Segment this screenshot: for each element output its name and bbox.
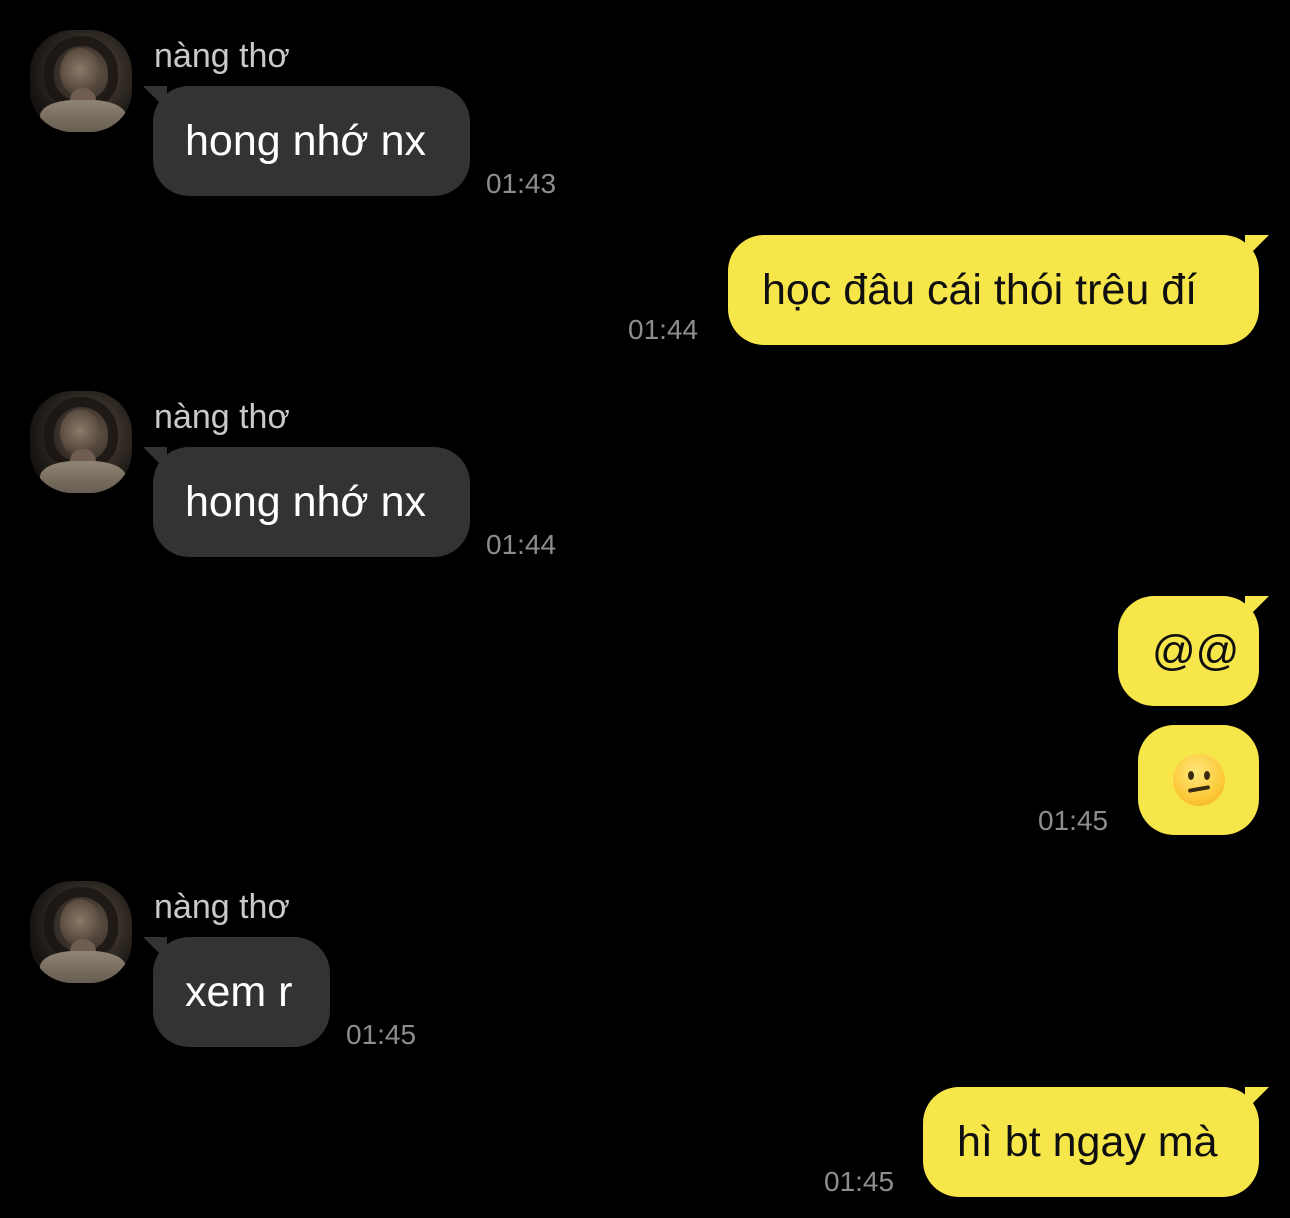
sender-name: nàng thơ (154, 888, 290, 926)
message-timestamp: 01:44 (486, 529, 557, 560)
bubble-tail (1245, 596, 1269, 620)
confused-face-emoji-icon (1172, 754, 1225, 806)
message-timestamp: 01:45 (824, 1166, 895, 1197)
message-timestamp: 01:45 (346, 1019, 417, 1050)
message-text: hong nhớ nx (185, 116, 426, 165)
incoming-message-bubble[interactable]: xem r (143, 937, 330, 1047)
bubble-tail (1245, 235, 1269, 259)
sender-name: nàng thơ (154, 37, 290, 75)
message-text: hì bt ngay mà (957, 1117, 1218, 1166)
avatar-shirt (40, 100, 126, 132)
outgoing-message-bubble[interactable] (1138, 725, 1259, 835)
outgoing-message-bubble[interactable]: hì bt ngay mà (923, 1087, 1269, 1197)
message-timestamp: 01:43 (486, 168, 557, 199)
message-text: học đâu cái thói trêu đí (762, 265, 1198, 314)
avatar-shirt (40, 461, 126, 493)
emoji-eye (1187, 771, 1194, 780)
contact-avatar[interactable] (30, 30, 132, 132)
message-timestamp: 01:45 (1038, 805, 1109, 836)
bubble-tail (143, 447, 167, 471)
avatar-shirt (40, 951, 126, 983)
incoming-message-bubble[interactable]: hong nhớ nx (143, 447, 470, 557)
incoming-message-bubble[interactable]: hong nhớ nx (143, 86, 470, 196)
emoji-eye (1203, 771, 1210, 780)
emoji-mouth (1187, 785, 1210, 793)
contact-avatar[interactable] (30, 881, 132, 983)
message-timestamp: 01:44 (628, 314, 699, 345)
bubble-tail (1245, 1087, 1269, 1111)
outgoing-message-bubble[interactable]: học đâu cái thói trêu đí (728, 235, 1269, 345)
bubble-tail (143, 937, 167, 961)
contact-avatar[interactable] (30, 391, 132, 493)
outgoing-message-bubble[interactable]: @@ (1118, 596, 1269, 706)
message-text: xem r (185, 967, 293, 1016)
sender-name: nàng thơ (154, 398, 290, 436)
message-text: @@ (1152, 626, 1240, 675)
bubble-tail (143, 86, 167, 110)
message-text: hong nhớ nx (185, 477, 426, 526)
